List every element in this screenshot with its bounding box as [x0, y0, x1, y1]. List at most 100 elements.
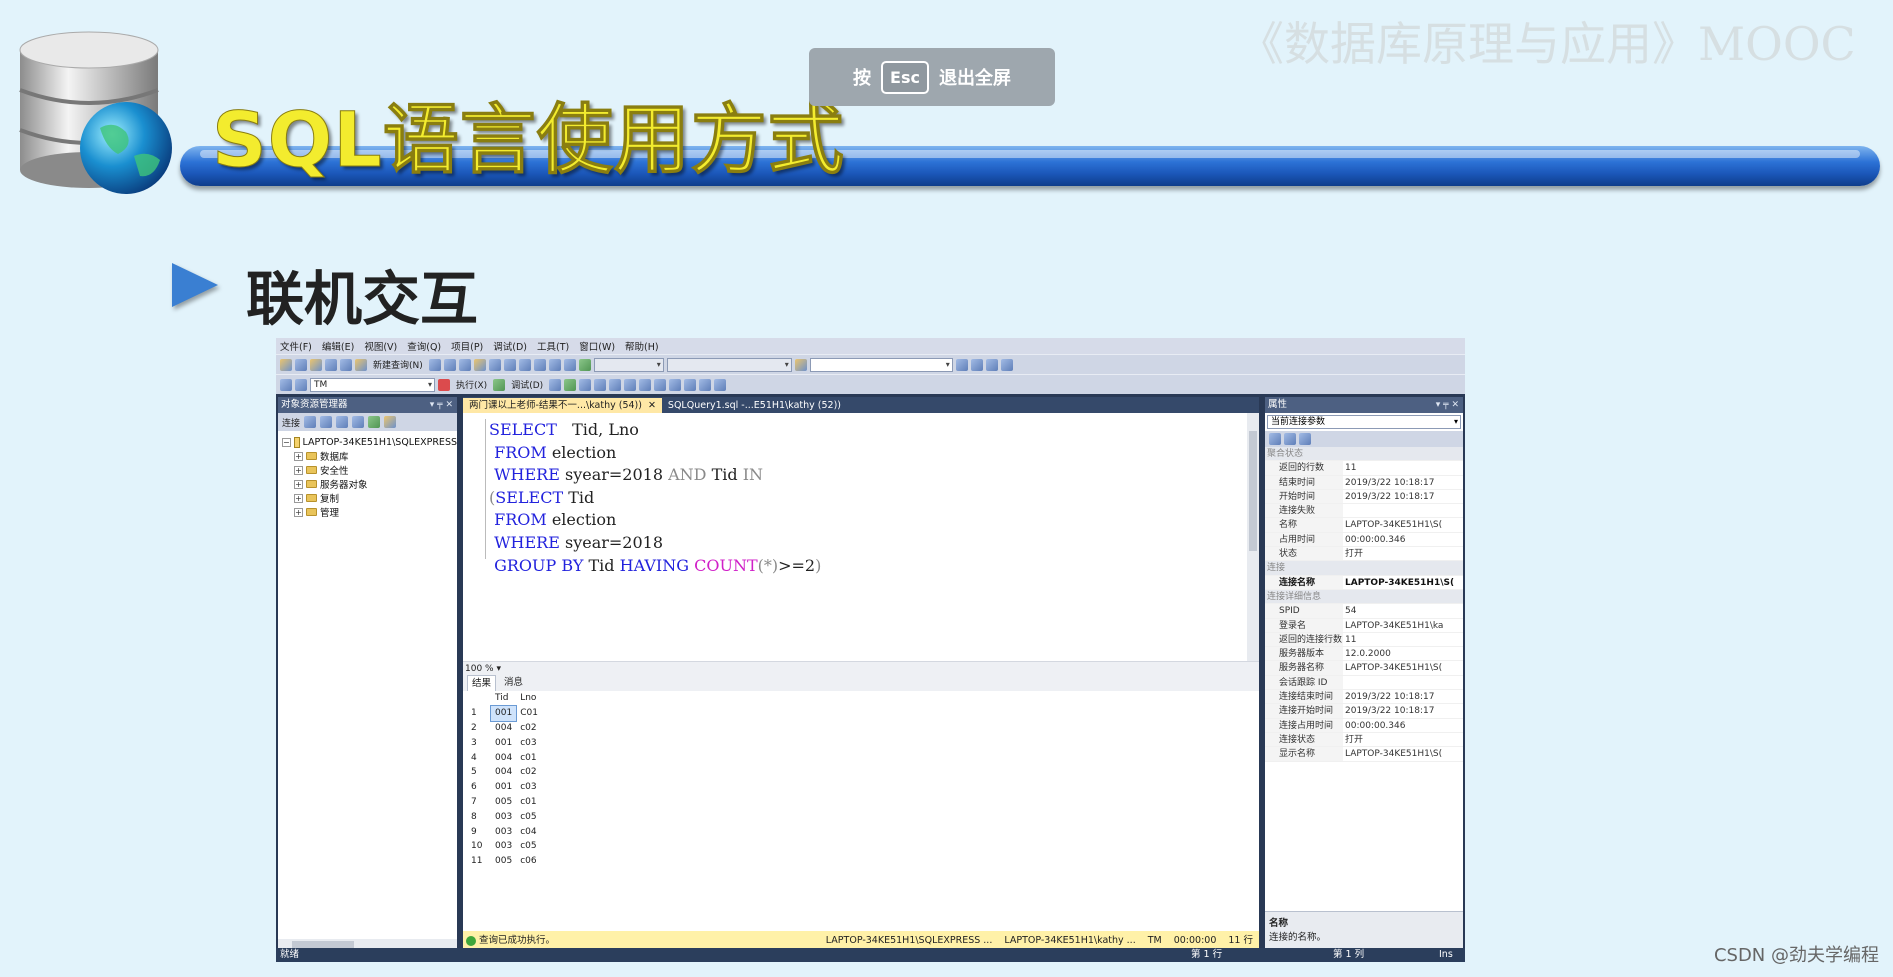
estimated-plan-icon[interactable]	[579, 378, 592, 391]
save-icon[interactable]	[325, 358, 337, 371]
tab-query-1[interactable]: SQLQuery1.sql -...E51H1\kathy (52))	[662, 398, 847, 413]
property-row[interactable]: 服务器名称 LAPTOP-34KE51H1\S(	[1265, 661, 1463, 676]
save-all-icon[interactable]	[340, 358, 352, 371]
cancel-query-icon[interactable]	[549, 378, 562, 391]
tree-node-databases[interactable]: + 数据库	[282, 449, 457, 463]
property-row[interactable]: 返回的行数 11	[1265, 461, 1463, 476]
table-row[interactable]: 2 004 c02	[467, 721, 542, 736]
query-designer-icon[interactable]	[594, 378, 607, 391]
expand-icon[interactable]: +	[294, 479, 303, 489]
property-row[interactable]: SPID 54	[1265, 604, 1463, 619]
menu-edit[interactable]: 编辑(E)	[322, 339, 354, 353]
expand-icon[interactable]: +	[294, 493, 303, 503]
cell-tid[interactable]: 001	[489, 704, 518, 722]
row-number[interactable]: 4	[467, 750, 491, 765]
server-node[interactable]: − LAPTOP-34KE51H1\SQLEXPRESS	[282, 435, 457, 449]
properties-object-combo[interactable]: 当前连接参数	[1267, 415, 1461, 429]
cell-tid[interactable]: 001	[491, 780, 516, 795]
outdent-icon[interactable]	[699, 378, 712, 391]
row-number[interactable]: 1	[467, 706, 491, 721]
tree-node-replication[interactable]: + 复制	[282, 491, 457, 505]
cell-tid[interactable]: 004	[491, 750, 516, 765]
table-row[interactable]: 7 005 c01	[467, 795, 542, 810]
debug-icon[interactable]	[493, 378, 506, 391]
new-query-icon[interactable]	[355, 358, 367, 371]
table-row[interactable]: 11 005 c06	[467, 854, 542, 869]
editor-scrollbar[interactable]	[1247, 413, 1259, 661]
property-row[interactable]: 会话跟踪 ID	[1265, 675, 1463, 691]
property-row[interactable]: 登录名 LAPTOP-34KE51H1\ka	[1265, 618, 1463, 633]
menu-file[interactable]: 文件(F)	[280, 339, 312, 353]
property-row[interactable]: 返回的连接行数 11	[1265, 632, 1463, 648]
start-icon[interactable]	[578, 358, 591, 371]
table-row[interactable]: 10 003 c05	[467, 839, 542, 854]
alphabetical-icon[interactable]	[1284, 433, 1296, 445]
cell-tid[interactable]: 004	[491, 765, 516, 780]
expand-icon[interactable]: +	[294, 507, 303, 517]
property-row[interactable]: 显示名称 LAPTOP-34KE51H1\S(	[1265, 747, 1463, 762]
window-layout-icon[interactable]	[1000, 358, 1013, 371]
cell-lno[interactable]: c06	[516, 854, 542, 869]
copy-icon[interactable]	[503, 358, 516, 371]
row-number[interactable]: 2	[467, 721, 491, 736]
object-explorer-icon[interactable]	[970, 358, 983, 371]
comment-icon[interactable]	[654, 378, 667, 391]
cell-lno[interactable]: C01	[516, 706, 542, 721]
cell-lno[interactable]: c05	[516, 809, 542, 824]
tree-node-server-objects[interactable]: + 服务器对象	[282, 477, 457, 491]
activity-monitor-icon[interactable]	[384, 416, 397, 428]
uncomment-icon[interactable]	[669, 378, 682, 391]
navigate-icon[interactable]	[563, 358, 576, 371]
cell-tid[interactable]: 003	[491, 839, 516, 854]
close-icon[interactable]: ✕	[648, 400, 656, 411]
menu-debug[interactable]: 调试(D)	[493, 339, 527, 353]
property-row[interactable]: 连接状态 打开	[1265, 732, 1463, 748]
row-number[interactable]: 5	[467, 765, 491, 780]
property-category[interactable]: 聚合状态	[1265, 447, 1463, 462]
query-analysis-icon[interactable]	[443, 358, 456, 371]
toolbox-icon[interactable]	[985, 358, 998, 371]
property-row[interactable]: 状态 打开	[1265, 547, 1463, 562]
properties-icon[interactable]	[955, 358, 968, 371]
connect-dropdown[interactable]: 连接	[282, 416, 300, 429]
connect-object-icon[interactable]	[304, 416, 317, 428]
stop-icon[interactable]	[336, 416, 349, 428]
cell-tid[interactable]: 005	[491, 795, 516, 810]
tab-results[interactable]: 结果	[467, 675, 497, 691]
cell-lno[interactable]: c04	[516, 824, 542, 839]
cell-lno[interactable]: c05	[516, 839, 542, 854]
execute-button[interactable]: 执行(X)	[453, 378, 490, 391]
menu-tools[interactable]: 工具(T)	[537, 339, 569, 353]
refresh-icon[interactable]	[368, 416, 381, 428]
expand-icon[interactable]: +	[294, 465, 303, 475]
cell-lno[interactable]: c03	[516, 780, 542, 795]
zoom-combo[interactable]: 100 %	[465, 664, 494, 674]
platform-combo[interactable]	[666, 357, 792, 372]
table-row[interactable]: 5 004 c02	[467, 765, 542, 780]
new-query-button[interactable]: 新建查询(N)	[370, 358, 426, 371]
column-header-lno[interactable]: Lno	[516, 691, 542, 706]
undo-icon[interactable]	[533, 358, 546, 371]
property-row[interactable]: 连接开始时间 2019/3/22 10:18:17	[1265, 704, 1463, 719]
menu-help[interactable]: 帮助(H)	[625, 339, 659, 353]
cell-tid[interactable]: 004	[491, 721, 516, 736]
menu-project[interactable]: 项目(P)	[451, 339, 483, 353]
property-row[interactable]: 服务器版本 12.0.2000	[1265, 647, 1463, 662]
cell-tid[interactable]: 001	[491, 735, 516, 750]
solution-config-combo[interactable]	[593, 357, 664, 372]
property-row[interactable]: 开始时间 2019/3/22 10:18:17	[1265, 489, 1463, 505]
cell-tid[interactable]: 003	[491, 809, 516, 824]
cell-lno[interactable]: c02	[516, 765, 542, 780]
property-row[interactable]: 占用时间 00:00:00.346	[1265, 532, 1463, 548]
cell-lno[interactable]: c03	[516, 735, 542, 750]
table-row[interactable]: 4 004 c01	[467, 750, 542, 765]
database-combo[interactable]: TM	[310, 377, 435, 392]
new-file-icon[interactable]	[295, 358, 307, 371]
menu-view[interactable]: 视图(V)	[364, 339, 397, 353]
cell-lno[interactable]: c02	[516, 721, 542, 736]
results-to-grid-icon[interactable]	[624, 378, 637, 391]
row-number[interactable]: 3	[467, 735, 491, 750]
sql-code-editor[interactable]: SELECT Tid, Lno FROM election WHERE syea…	[463, 413, 1259, 661]
menu-query[interactable]: 查询(Q)	[407, 339, 441, 353]
row-number[interactable]: 8	[467, 809, 491, 824]
